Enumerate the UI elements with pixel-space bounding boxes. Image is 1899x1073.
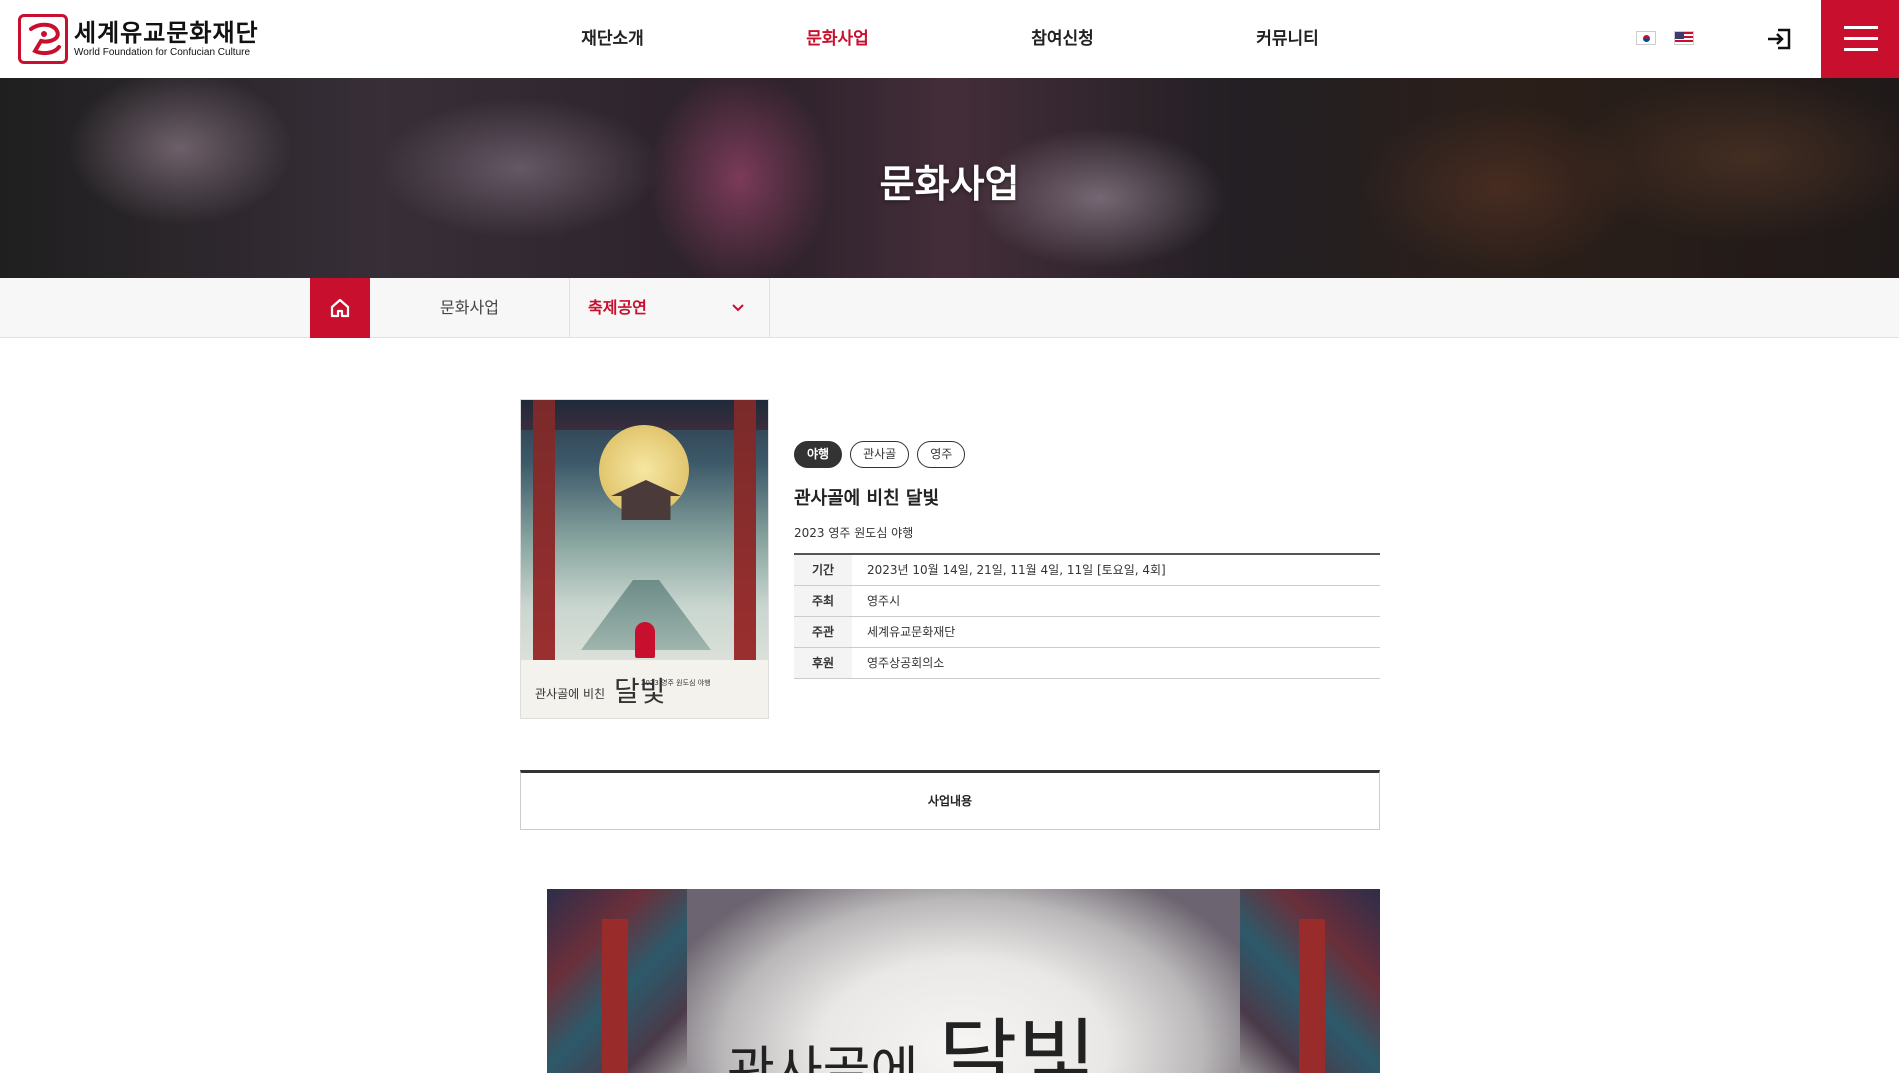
home-icon — [330, 298, 350, 318]
tab-business-content[interactable]: 사업내용 — [520, 770, 1380, 830]
logo-name-ko: 세계유교문화재단 — [74, 19, 259, 47]
detail-image-text-large: 달빛 — [938, 1010, 1097, 1073]
poster-title-small: 관사골에 비친 — [535, 687, 606, 701]
info-value: 영주상공회의소 — [867, 656, 945, 670]
tag-list: 야행 관사골 영주 — [794, 441, 1380, 468]
info-label: 후원 — [794, 647, 852, 678]
tag-item[interactable]: 영주 — [917, 441, 966, 468]
event-info: 야행 관사골 영주 관사골에 비친 달빛 2023 영주 원도심 야행 기간 2… — [794, 441, 1380, 679]
tag-item[interactable]: 관사골 — [850, 441, 910, 468]
logo-emblem-icon — [18, 14, 68, 64]
login-icon[interactable] — [1766, 27, 1792, 51]
korea-flag-icon[interactable] — [1636, 31, 1656, 45]
table-row: 기간 2023년 10월 14일, 21일, 11월 4일, 11일 [토요일,… — [794, 554, 1380, 585]
poster-caption: 2023 영주 원도심 야행 — [641, 679, 711, 687]
event-poster-image: 관사골에 비친 달빛 2023 영주 원도심 야행 — [520, 399, 769, 719]
event-detail-image: 관사골에 달빛 — [547, 889, 1380, 1073]
event-subtitle: 2023 영주 원도심 야행 — [794, 526, 914, 540]
detail-image-text-small: 관사골에 — [727, 1042, 919, 1073]
info-value: 2023년 10월 14일, 21일, 11월 4일, 11일 [토요일, 4회… — [867, 563, 1166, 578]
info-label: 주관 — [794, 616, 852, 647]
nav-item-foundation[interactable]: 재단소개 — [500, 0, 725, 78]
info-label: 기간 — [794, 554, 852, 585]
event-title: 관사골에 비친 달빛 — [794, 488, 940, 509]
home-button[interactable] — [310, 278, 370, 338]
info-value: 세계유교문화재단 — [867, 625, 956, 639]
info-label: 주최 — [794, 585, 852, 616]
nav-item-participation[interactable]: 참여신청 — [950, 0, 1175, 78]
page-title: 문화사업 — [879, 162, 1020, 206]
info-value: 영주시 — [867, 594, 901, 608]
hamburger-menu-button[interactable] — [1821, 0, 1899, 78]
table-row: 후원 영주상공회의소 — [794, 647, 1380, 678]
table-row: 주관 세계유교문화재단 — [794, 616, 1380, 647]
breadcrumb-depth2-label: 축제공연 — [588, 298, 647, 317]
nav-item-culture-business[interactable]: 문화사업 — [725, 0, 950, 78]
event-info-table: 기간 2023년 10월 14일, 21일, 11월 4일, 11일 [토요일,… — [794, 553, 1380, 679]
site-logo[interactable]: 세계유교문화재단 World Foundation for Confucian … — [18, 14, 259, 64]
usa-flag-icon[interactable] — [1674, 31, 1694, 45]
tag-item[interactable]: 야행 — [794, 441, 843, 468]
hamburger-menu-icon — [1844, 26, 1878, 29]
page-visual-banner: 문화사업 — [0, 78, 1899, 278]
breadcrumb-depth1[interactable]: 문화사업 — [370, 278, 570, 338]
main-navigation: 재단소개 문화사업 참여신청 커뮤니티 — [500, 0, 1400, 78]
breadcrumb-depth2-dropdown[interactable]: 축제공연 — [570, 278, 770, 338]
nav-item-community[interactable]: 커뮤니티 — [1175, 0, 1400, 78]
logo-name-en: World Foundation for Confucian Culture — [74, 47, 251, 58]
table-row: 주최 영주시 — [794, 585, 1380, 616]
site-header: 세계유교문화재단 World Foundation for Confucian … — [0, 0, 1899, 78]
chevron-down-icon — [732, 304, 744, 312]
breadcrumb: 문화사업 축제공연 — [0, 278, 1899, 338]
